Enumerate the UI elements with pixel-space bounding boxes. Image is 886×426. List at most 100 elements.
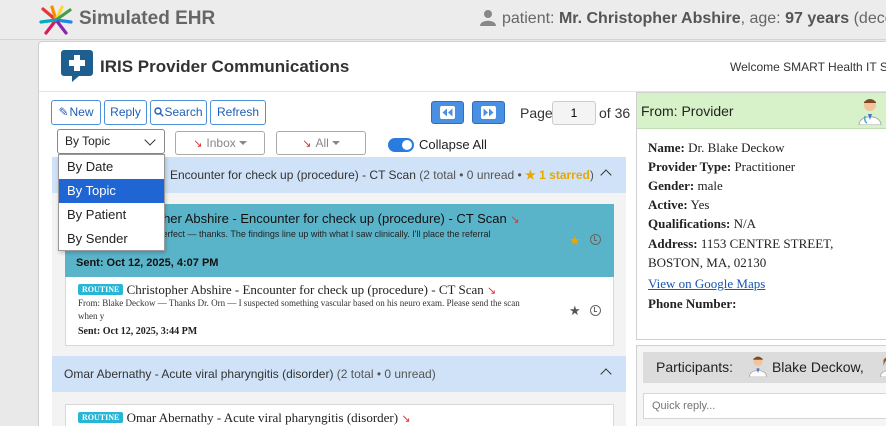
inbox-filter-label: Inbox [206,136,236,150]
provider-name: Dr. Blake Deckow [688,140,785,155]
group-count: (2 total • 0 unread) [336,367,436,381]
message-preview: From: Blake Deckow — Thanks Dr. Orn — I … [78,298,520,321]
search-button-label: Search [164,105,203,119]
routine-badge: ROUTINE [78,284,124,295]
ehr-logo-icon [39,5,73,35]
clock-icon[interactable] [590,305,601,316]
refresh-button[interactable]: Refresh [210,100,266,125]
dropdown-option-by-sender[interactable]: By Sender [59,227,164,251]
caret-down-icon [238,141,247,145]
message-sent-time: Sent: Oct 12, 2025, 3:44 PM [78,326,198,337]
provider-phone-row: Phone Number: [648,296,737,311]
arrow-down-right-icon: ↘ [510,214,520,226]
arrow-down-right-icon: ↘ [401,413,411,425]
participant-name: Blake Deckow, [771,359,864,375]
provider-header-label: From: Provider [641,103,734,119]
star-icon: ★ [525,168,540,182]
participants-panel: Participants: Blake Deckow, [636,345,886,426]
caret-down-icon [331,141,340,145]
patient-name: Mr. Christopher Abshire [558,10,741,27]
clock-icon[interactable] [590,234,601,245]
provider-active: Yes [690,197,710,212]
message-title: topher Abshire - Encounter for check up … [145,211,520,226]
provider-panel: From: Provider Name: Dr. Blake Deckow Pr… [636,92,886,340]
collapse-all-label: Collapse All [419,137,487,152]
reply-button[interactable]: Reply [104,100,147,125]
next-page-button[interactable] [472,101,505,124]
patient-prefix: patient: [502,10,559,27]
patient-suffix: (deceas [853,10,886,27]
reply-button-label: Reply [110,105,141,119]
google-maps-link[interactable]: View on Google Maps [648,277,886,291]
inbox-filter-button[interactable]: ↘ Inbox [175,131,265,155]
arrow-down-right-icon: ↘ [193,138,203,150]
message-preview: — Perfect — thanks. The findings line up… [145,229,491,239]
pencil-icon: ✎ [58,105,69,119]
all-filter-button[interactable]: ↘ All [276,131,366,155]
arrow-down-right-icon: ↘ [302,138,312,150]
group-by-dropdown: By Date By Topic By Patient By Sender [58,154,165,251]
ehr-top-bar: Simulated EHR patient: Mr. Christopher A… [0,0,886,40]
quick-reply-input[interactable] [643,393,886,419]
chevron-up-icon[interactable] [600,169,612,181]
group-count: (2 total • 0 unread • [419,168,526,182]
search-icon [154,107,165,117]
dropdown-option-by-topic[interactable]: By Topic [59,179,164,203]
message-title: ROUTINE Omar Abernathy - Acute viral pha… [78,410,415,426]
message-sent-time: Sent: Oct 12, 2025, 4:07 PM [76,257,219,269]
app-title: IRIS Provider Communications [100,57,350,76]
provider-address-row: Address: 1153 CENTRE STREET, BOSTON, MA,… [648,236,834,270]
collapse-all-toggle[interactable] [388,138,414,152]
refresh-button-label: Refresh [216,105,260,119]
doctor-icon [879,357,886,377]
provider-qualifications: N/A [733,216,756,231]
previous-page-button[interactable] [431,101,464,124]
group-count-close: ) [589,168,594,182]
star-icon[interactable]: ★ [569,233,581,249]
message-item[interactable]: ROUTINE Christopher Abshire - Encounter … [65,277,614,346]
provider-name-row: Name: Dr. Blake Deckow [648,140,785,155]
group-starred-count: 1 starred [539,168,590,182]
routine-badge: ROUTINE [78,412,124,423]
welcome-text: Welcome SMART Health IT Sand [730,60,886,74]
group-by-selected-value: By Topic [65,134,111,148]
message-item[interactable]: ROUTINE Omar Abernathy - Acute viral pha… [65,404,614,426]
fast-forward-icon [481,106,496,119]
group-by-select[interactable]: By Topic [57,129,165,154]
provider-active-row: Active: Yes [648,197,710,212]
provider-details: Name: Dr. Blake Deckow Provider Type: Pr… [637,129,886,311]
chevron-up-icon[interactable] [600,368,612,380]
dropdown-option-by-patient[interactable]: By Patient [59,203,164,227]
user-icon [480,10,496,26]
star-icon[interactable]: ★ [569,303,581,319]
iris-logo-icon [61,50,93,82]
rewind-icon [440,106,455,119]
participants-header: Participants: Blake Deckow, [643,352,886,383]
search-button[interactable]: Search [150,100,207,125]
provider-panel-header: From: Provider [637,93,886,129]
doctor-icon [858,99,882,125]
provider-type: Practitioner [734,159,796,174]
provider-gender-row: Gender: male [648,178,723,193]
doctor-icon [748,356,767,377]
page-label: Page [520,105,553,121]
message-group-header[interactable]: Omar Abernathy - Acute viral pharyngitis… [52,356,626,392]
patient-info: patient: Mr. Christopher Abshire, age: 9… [480,9,886,28]
provider-qualifications-row: Qualifications: N/A [648,216,756,231]
participants-label: Participants: [656,359,734,375]
dropdown-option-by-date[interactable]: By Date [59,155,164,179]
provider-gender: male [697,178,723,193]
group-title: Omar Abernathy - Acute viral pharyngitis… [64,367,334,381]
new-button-label: New [69,105,94,119]
arrow-down-right-icon: ↘ [487,285,497,297]
patient-age-prefix: , age: [740,10,786,27]
page-number-input[interactable] [552,101,596,125]
all-filter-label: All [315,136,329,150]
patient-age: 97 years [785,10,850,27]
page-total: of 36 [599,105,631,121]
new-button[interactable]: ✎New [51,100,101,125]
ehr-title: Simulated EHR [79,8,216,29]
provider-type-row: Provider Type: Practitioner [648,159,796,174]
group-title: Encounter for check up (procedure) - CT … [170,168,416,182]
chevron-down-icon [144,134,156,146]
